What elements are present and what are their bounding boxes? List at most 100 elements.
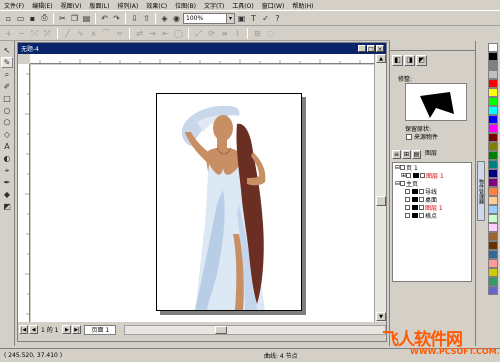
edit-across-layers-icon[interactable]: ⊞ <box>402 150 411 159</box>
menu-file[interactable]: 文件(F) <box>0 1 28 10</box>
horizontal-ruler[interactable] <box>30 54 374 64</box>
break-node-icon[interactable]: ⤱ <box>42 28 53 39</box>
close-button[interactable]: × <box>376 45 384 53</box>
palette-swatch[interactable] <box>488 286 498 295</box>
eye-icon[interactable] <box>405 188 410 194</box>
palette-swatch[interactable] <box>488 70 498 79</box>
palette-swatch[interactable] <box>488 232 498 241</box>
palette-swatch[interactable] <box>488 241 498 250</box>
horizontal-scrollbar[interactable] <box>124 324 386 335</box>
palette-swatch[interactable] <box>488 187 498 196</box>
palette-swatch[interactable] <box>488 142 498 151</box>
stretch-icon[interactable]: ⤢ <box>193 28 204 39</box>
polygon-tool-icon[interactable]: ⬠ <box>1 117 13 128</box>
node-delete-icon[interactable]: − <box>16 28 27 39</box>
layer-row[interactable]: ⊞ 图层 1 <box>393 171 471 180</box>
palette-swatch[interactable] <box>488 178 498 187</box>
trim-icon[interactable]: ◨ <box>404 55 415 66</box>
eye-icon[interactable] <box>405 196 410 202</box>
print-layer-icon[interactable] <box>419 188 424 194</box>
horizontal-scroll-thumb[interactable] <box>215 325 228 334</box>
menu-edit[interactable]: 编辑(E) <box>28 1 56 10</box>
palette-swatch[interactable] <box>488 268 498 277</box>
layers-tab-label[interactable]: 图层 <box>425 150 437 159</box>
next-page-button[interactable]: ▶ <box>62 325 72 334</box>
outline-tool-icon[interactable]: ✒ <box>1 177 13 188</box>
interactive-blend-icon[interactable]: ◐ <box>1 153 13 164</box>
corel-online-icon[interactable]: ◉ <box>171 13 182 24</box>
palette-swatch[interactable] <box>488 205 498 214</box>
freehand-tool-icon[interactable]: ✐ <box>1 81 13 92</box>
show-properties-icon[interactable]: ≡ <box>392 150 401 159</box>
drawing-canvas[interactable] <box>31 65 374 322</box>
scroll-up-button[interactable]: ▲ <box>376 54 386 63</box>
drawing-page[interactable] <box>156 93 302 311</box>
help-icon[interactable]: ? <box>272 13 283 24</box>
intersect-icon[interactable]: ◩ <box>416 55 427 66</box>
palette-swatch[interactable] <box>488 61 498 70</box>
palette-swatch[interactable] <box>488 250 498 259</box>
palette-swatch[interactable] <box>488 106 498 115</box>
palette-swatch[interactable] <box>488 52 498 61</box>
palette-swatch[interactable] <box>488 214 498 223</box>
palette-swatch[interactable] <box>488 160 498 169</box>
palette-swatch[interactable] <box>488 169 498 178</box>
cut-icon[interactable]: ✂ <box>57 13 68 24</box>
menu-window[interactable]: 窗口(W) <box>258 1 289 10</box>
layer-row[interactable]: 格点 <box>393 211 471 220</box>
print-layer-icon[interactable] <box>419 212 424 218</box>
basic-shapes-icon[interactable]: ◇ <box>1 129 13 140</box>
palette-swatch[interactable] <box>488 124 498 133</box>
palette-swatch[interactable] <box>488 79 498 88</box>
woman-illustration[interactable] <box>157 94 302 311</box>
palette-swatch[interactable] <box>488 277 498 286</box>
extract-icon[interactable]: ⇤ <box>160 28 171 39</box>
print-layer-icon[interactable] <box>419 196 424 202</box>
export-icon[interactable]: ⇧ <box>141 13 152 24</box>
full-screen-icon[interactable]: ▣ <box>236 13 247 24</box>
cusp-icon[interactable]: ∧ <box>88 28 99 39</box>
open-icon[interactable]: ▭ <box>15 13 26 24</box>
source-object-checkbox-box[interactable] <box>406 133 412 140</box>
prev-page-button[interactable]: ◀ <box>29 325 38 334</box>
docker-header[interactable] <box>390 41 476 51</box>
menu-text[interactable]: 文字(T) <box>200 1 228 10</box>
import-icon[interactable]: ⇩ <box>129 13 140 24</box>
save-icon[interactable]: ▪ <box>27 13 38 24</box>
palette-swatch[interactable] <box>488 115 498 124</box>
paste-icon[interactable]: ▤ <box>81 13 92 24</box>
palette-swatch[interactable] <box>488 259 498 268</box>
ruler-corner[interactable] <box>18 54 30 64</box>
palette-swatch[interactable] <box>488 151 498 160</box>
menu-tools[interactable]: 工具(O) <box>228 1 257 10</box>
menu-arrange[interactable]: 排列(A) <box>113 1 142 10</box>
redo-icon[interactable]: ↷ <box>111 13 122 24</box>
palette-swatch[interactable] <box>488 223 498 232</box>
join-nodes-icon[interactable]: ⤲ <box>29 28 40 39</box>
zoom-select[interactable]: 100% ▾ <box>183 12 235 24</box>
fill-tool-icon[interactable]: ◆ <box>1 189 13 200</box>
select-all-nodes-icon[interactable]: ⊞ <box>252 28 263 39</box>
to-line-icon[interactable]: ╱ <box>62 28 73 39</box>
palette-swatch[interactable] <box>488 196 498 205</box>
eye-icon[interactable] <box>405 212 410 218</box>
shape-tool-icon[interactable]: ✎ <box>1 57 13 68</box>
undo-icon[interactable]: ↶ <box>99 13 110 24</box>
page-tab[interactable]: 页面 1 <box>84 324 117 335</box>
eyedropper-icon[interactable]: ⌖ <box>1 165 13 176</box>
palette-swatch[interactable] <box>488 43 498 52</box>
text-icon[interactable]: T <box>248 13 259 24</box>
palette-swatch[interactable] <box>488 97 498 106</box>
print-layer-icon[interactable] <box>419 204 424 210</box>
reverse-icon[interactable]: ⇄ <box>134 28 145 39</box>
elastic-icon[interactable]: ⌇ <box>232 28 243 39</box>
text-tool-icon[interactable]: A <box>1 141 13 152</box>
new-icon[interactable]: ▫ <box>3 13 14 24</box>
rotate-icon[interactable]: ⟳ <box>206 28 217 39</box>
eye-icon[interactable] <box>405 204 410 210</box>
print-layer-icon[interactable] <box>420 172 426 178</box>
menu-help[interactable]: 帮助(H) <box>288 1 317 10</box>
first-page-button[interactable]: |◀ <box>19 325 28 334</box>
menu-effects[interactable]: 效果(C) <box>142 1 171 10</box>
to-curve-icon[interactable]: ∿ <box>75 28 86 39</box>
